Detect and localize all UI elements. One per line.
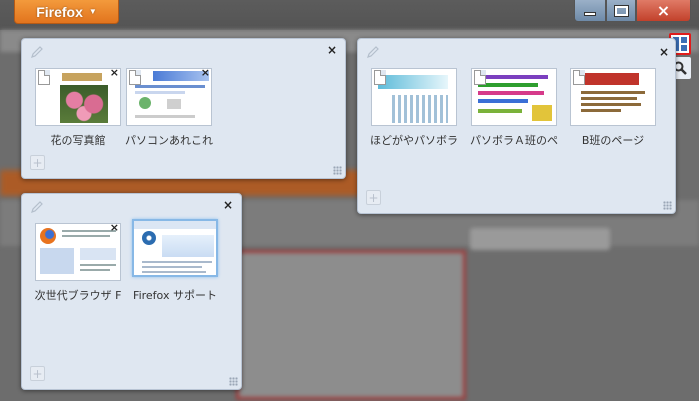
- minimize-button[interactable]: [574, 0, 606, 22]
- maximize-button[interactable]: [606, 0, 636, 22]
- pencil-icon[interactable]: [30, 45, 44, 59]
- close-group-button[interactable]: ×: [327, 43, 337, 57]
- tab-thumbnail: [132, 219, 218, 277]
- resize-handle[interactable]: [333, 166, 342, 175]
- pencil-icon[interactable]: [366, 45, 380, 59]
- close-group-button[interactable]: ×: [223, 198, 233, 212]
- firefox-menu-button[interactable]: Firefox ▼: [14, 0, 119, 24]
- firefox-menu-label: Firefox: [36, 3, 83, 20]
- tab-group-2[interactable]: × ほどがやパソボラ パソボラＡ班のペ B班のページ +: [357, 38, 676, 214]
- close-tab-button[interactable]: ×: [201, 66, 210, 79]
- new-tab-button[interactable]: +: [30, 155, 45, 170]
- page-icon: [474, 70, 486, 85]
- maximize-icon: [613, 4, 629, 17]
- tab-title: Firefox サポート: [133, 289, 217, 302]
- tab-title: 次世代ブラウザ F: [34, 289, 122, 302]
- tab-group-3[interactable]: × × 次世代ブラウザ F Firefox サポート +: [21, 193, 242, 390]
- resize-handle[interactable]: [229, 377, 238, 386]
- page-icon: [38, 70, 50, 85]
- tab-title: ほどがやパソボラ: [370, 134, 458, 147]
- chevron-down-icon: ▼: [88, 7, 97, 16]
- close-tab-button[interactable]: ×: [110, 66, 119, 79]
- tab-title: B班のページ: [581, 134, 645, 147]
- page-icon: [573, 70, 585, 85]
- tab-thumbnail: ×: [35, 66, 121, 126]
- pencil-icon[interactable]: [30, 200, 44, 214]
- tab-thumbnail: ×: [35, 221, 121, 281]
- tab-thumbnail: [371, 68, 457, 126]
- background-page-content: [236, 250, 466, 400]
- tab-title: 花の写真館: [50, 134, 106, 147]
- tab-title: パソボラＡ班のペ: [470, 134, 558, 147]
- close-tab-button[interactable]: ×: [110, 221, 119, 234]
- close-icon: ×: [656, 1, 671, 20]
- background-search-box: [470, 228, 610, 250]
- tab-title: パソコンあれこれ: [125, 134, 213, 147]
- close-group-button[interactable]: ×: [659, 45, 669, 59]
- page-preview: [35, 223, 121, 281]
- new-tab-button[interactable]: +: [366, 190, 381, 205]
- tab-thumbnail: ×: [126, 66, 212, 126]
- page-preview: [132, 219, 218, 277]
- new-tab-button[interactable]: +: [30, 366, 45, 381]
- tab-thumbnail: [471, 68, 557, 126]
- close-window-button[interactable]: ×: [636, 0, 691, 22]
- tab-group-1[interactable]: × × 花の写真館 × パソコンあれこれ +: [21, 38, 346, 179]
- page-icon: [129, 70, 141, 85]
- page-icon: [374, 70, 386, 85]
- minimize-icon: [584, 11, 596, 16]
- resize-handle[interactable]: [663, 201, 672, 210]
- tab-thumbnail: [570, 68, 656, 126]
